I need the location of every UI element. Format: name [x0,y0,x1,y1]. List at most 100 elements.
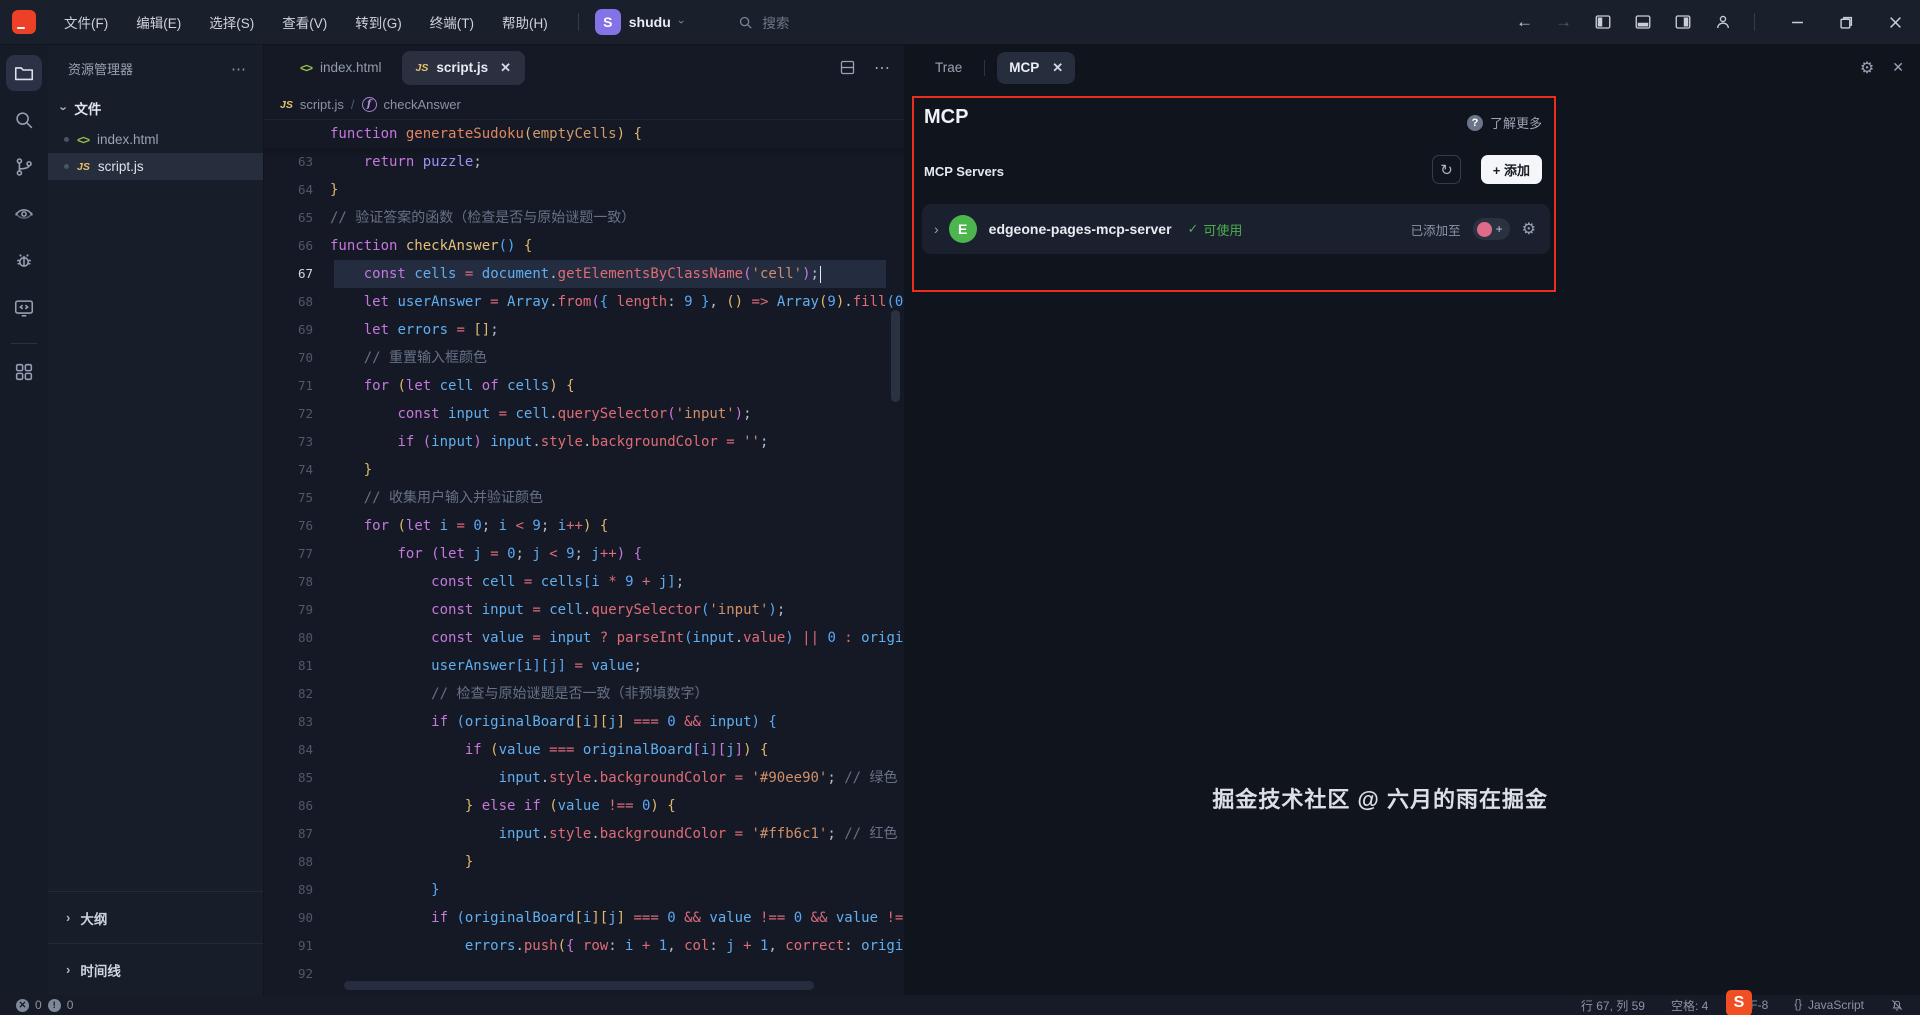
line-number[interactable]: 86 [264,792,330,820]
line-content[interactable]: // 重置输入框颜色 [330,344,904,372]
explorer-section-files[interactable]: › 文件 [48,88,263,126]
line-number[interactable]: 74 [264,456,330,484]
code-line[interactable]: 65// 验证答案的函数（检查是否与原始谜题一致） [264,204,904,232]
nav-back-button[interactable]: ← [1516,12,1533,32]
activity-search[interactable] [6,102,42,138]
line-content[interactable]: if (originalBoard[i][j] === 0 && value !… [330,904,904,932]
line-number[interactable]: 83 [264,708,330,736]
activity-debug[interactable] [6,243,42,279]
code-line[interactable]: 83 if (originalBoard[i][j] === 0 && inpu… [264,708,904,736]
line-number[interactable]: 84 [264,736,330,764]
activity-preview[interactable] [6,196,42,232]
code-line[interactable]: 91 errors.push({ row: i + 1, col: j + 1,… [264,932,904,960]
language-mode[interactable]: {} JavaScript [1794,998,1864,1012]
toggle-right-sidebar-icon[interactable] [1674,13,1692,31]
line-content[interactable]: // 收集用户输入并验证颜色 [330,484,904,512]
horizontal-scrollbar[interactable] [344,981,814,990]
line-content[interactable]: const input = cell.querySelector('input'… [330,400,904,428]
toggle-left-sidebar-icon[interactable] [1594,13,1612,31]
line-content[interactable]: input.style.backgroundColor = '#90ee90';… [330,764,904,792]
line-content[interactable]: } else if (value !== 0) { [330,792,904,820]
menu-view[interactable]: 查看(V) [268,6,341,38]
code-line[interactable]: 78 const cell = cells[i * 9 + j]; [264,568,904,596]
line-number[interactable]: 87 [264,820,330,848]
indent-setting[interactable]: 空格: 4 [1671,997,1708,1014]
line-content[interactable]: for (let cell of cells) { [330,372,904,400]
line-content[interactable]: } [330,176,904,204]
app-logo-icon[interactable] [12,10,36,34]
code-line[interactable]: 75 // 收集用户输入并验证颜色 [264,484,904,512]
line-content[interactable]: function checkAnswer() { [330,232,904,260]
line-number[interactable]: 85 [264,764,330,792]
code-editor[interactable]: function generateSudoku(emptyCells) { 63… [264,120,904,995]
menu-terminal[interactable]: 终端(T) [416,6,488,38]
close-panel-icon[interactable]: ✕ [1892,59,1904,76]
code-line[interactable]: 72 const input = cell.querySelector('inp… [264,400,904,428]
global-search[interactable]: 搜索 [738,12,789,32]
code-line[interactable]: 90 if (originalBoard[i][j] === 0 && valu… [264,904,904,932]
add-mcp-button[interactable]: + 添加 [1481,155,1542,184]
timeline-section[interactable]: › 时间线 [48,943,263,995]
code-line[interactable]: 71 for (let cell of cells) { [264,372,904,400]
line-number[interactable]: 69 [264,316,330,344]
menu-selection[interactable]: 选择(S) [195,6,268,38]
learn-more-link[interactable]: ? 了解更多 [1467,113,1542,132]
code-line[interactable]: 77 for (let j = 0; j < 9; j++) { [264,540,904,568]
code-line[interactable]: 85 input.style.backgroundColor = '#90ee9… [264,764,904,792]
code-line[interactable]: 82 // 检查与原始谜题是否一致（非预填数字） [264,680,904,708]
line-number[interactable]: 73 [264,428,330,456]
line-number[interactable]: 90 [264,904,330,932]
line-number[interactable]: 71 [264,372,330,400]
code-line[interactable]: 74 } [264,456,904,484]
line-number[interactable]: 81 [264,652,330,680]
code-line[interactable]: 81 userAnswer[i][j] = value; [264,652,904,680]
code-line[interactable]: 89 } [264,876,904,904]
line-content[interactable]: for (let i = 0; i < 9; i++) { [330,512,904,540]
toggle-bottom-panel-icon[interactable] [1634,13,1652,31]
tab-trae[interactable]: Trae [923,52,974,84]
line-content[interactable]: input.style.backgroundColor = '#ffb6c1';… [330,820,904,848]
line-number[interactable]: 64 [264,176,330,204]
code-line[interactable]: 73 if (input) input.style.backgroundColo… [264,428,904,456]
expand-chevron-icon[interactable]: › [934,221,939,237]
code-line[interactable]: 86 } else if (value !== 0) { [264,792,904,820]
cursor-position[interactable]: 行 67, 列 59 [1581,997,1645,1014]
code-line[interactable]: 64} [264,176,904,204]
line-number[interactable]: 66 [264,232,330,260]
code-line[interactable]: 88 } [264,848,904,876]
code-line[interactable]: 67 const cells = document.getElementsByC… [264,260,904,288]
notifications-muted-icon[interactable] [1890,998,1904,1012]
line-number[interactable]: 80 [264,624,330,652]
tab-index-html[interactable]: <> index.html [286,51,396,85]
menu-help[interactable]: 帮助(H) [488,6,562,38]
tab-script-js[interactable]: JS script.js ✕ [402,51,526,85]
tab-mcp[interactable]: MCP ✕ [997,52,1075,84]
line-number[interactable]: 76 [264,512,330,540]
line-content[interactable]: errors.push({ row: i + 1, col: j + 1, co… [330,932,904,960]
line-content[interactable]: if (value === originalBoard[i][j]) { [330,736,904,764]
minimize-button[interactable] [1791,16,1804,29]
sticky-scroll-line[interactable]: function generateSudoku(emptyCells) { [264,120,904,148]
line-content[interactable]: // 检查与原始谜题是否一致（非预填数字） [330,680,904,708]
line-content[interactable]: const cell = cells[i * 9 + j]; [330,568,904,596]
agent-avatar-pill[interactable]: + [1473,218,1510,240]
line-content[interactable]: const cells = document.getElementsByClas… [330,260,904,288]
menu-edit[interactable]: 编辑(E) [122,6,195,38]
refresh-button[interactable]: ↻ [1432,155,1461,184]
project-switcher[interactable]: S shudu › [595,9,683,35]
line-number[interactable]: 91 [264,932,330,960]
line-number[interactable]: 82 [264,680,330,708]
line-number[interactable]: 70 [264,344,330,372]
close-window-button[interactable] [1889,16,1902,29]
mcp-server-row[interactable]: › E edgeone-pages-mcp-server ✓ 可使用 已添加至 … [922,204,1550,254]
line-content[interactable]: if (originalBoard[i][j] === 0 && input) … [330,708,904,736]
menu-file[interactable]: 文件(F) [50,6,122,38]
line-content[interactable]: userAnswer[i][j] = value; [330,652,904,680]
code-line[interactable]: 76 for (let i = 0; i < 9; i++) { [264,512,904,540]
line-number[interactable]: 88 [264,848,330,876]
line-content[interactable]: return puzzle; [330,148,904,176]
code-line[interactable]: 80 const value = input ? parseInt(input.… [264,624,904,652]
code-line[interactable]: 66function checkAnswer() { [264,232,904,260]
code-line[interactable]: 69 let errors = []; [264,316,904,344]
more-actions-icon[interactable]: ⋯ [874,58,890,78]
